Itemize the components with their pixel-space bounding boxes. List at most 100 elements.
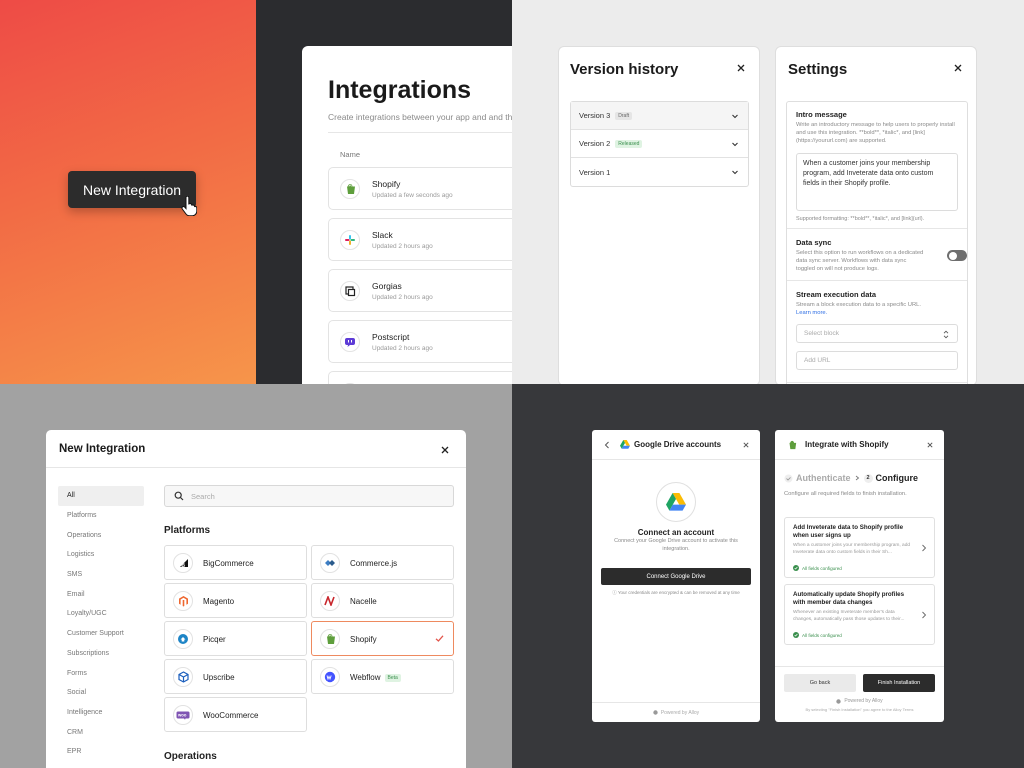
check-circle-icon: [793, 632, 799, 638]
platform-name: Webflow: [350, 673, 381, 682]
integration-updated: Updated a few seconds ago: [372, 192, 453, 199]
learn-more-link[interactable]: Learn more.: [796, 309, 827, 317]
integration-row[interactable]: Gorgias Updated 2 hours ago: [328, 269, 528, 312]
category-item[interactable]: Social: [58, 683, 144, 703]
platform-card[interactable]: woo WooCommerce: [164, 697, 307, 732]
finish-installation-button[interactable]: Finish Installation: [863, 674, 935, 692]
dark-background: [512, 384, 1024, 768]
platform-name: Nacelle: [350, 597, 377, 606]
panel-subtitle: Configure all required fields to finish …: [784, 491, 907, 497]
version-history-panel: Version history Version 3 Draft Version …: [558, 46, 760, 386]
google-drive-accounts-panel: Google Drive accounts Connect an account…: [592, 430, 760, 722]
platform-card[interactable]: Webflow Beta: [311, 659, 454, 694]
close-icon[interactable]: [927, 442, 933, 448]
category-item[interactable]: EPR: [58, 742, 144, 762]
category-item[interactable]: Email: [58, 584, 144, 604]
divider: [328, 132, 528, 133]
chevron-left-icon[interactable]: [604, 441, 610, 449]
category-item[interactable]: Subscriptions: [58, 644, 144, 664]
section-title-operations: Operations: [164, 751, 217, 762]
new-integration-button[interactable]: New Integration: [68, 171, 196, 208]
page-subtitle: Create integrations between your app and…: [328, 112, 518, 122]
step-label: Authenticate: [796, 473, 851, 483]
url-input[interactable]: Add URL: [796, 351, 958, 370]
platform-card-selected[interactable]: Shopify: [311, 621, 454, 656]
magento-icon: [173, 591, 193, 611]
divider: [787, 382, 967, 383]
category-item-all[interactable]: All: [58, 486, 144, 506]
settings-panel: Settings Intro message Write an introduc…: [775, 46, 977, 401]
platform-name: Picqer: [203, 635, 226, 644]
category-sidebar: All Platforms Operations Logistics SMS E…: [58, 486, 144, 762]
category-item[interactable]: Logistics: [58, 545, 144, 565]
integration-row[interactable]: Shopify Updated a few seconds ago: [328, 167, 528, 210]
slack-icon: [340, 230, 360, 250]
close-icon[interactable]: [954, 64, 962, 72]
intro-message-title: Intro message: [796, 110, 847, 119]
select-placeholder: Select block: [804, 330, 840, 337]
version-label: Version 1: [579, 167, 611, 177]
integration-updated: Updated 2 hours ago: [372, 345, 433, 352]
platform-card[interactable]: Magento: [164, 583, 307, 618]
version-item[interactable]: Version 2 Released: [571, 130, 748, 158]
category-item[interactable]: Platforms: [58, 506, 144, 526]
step-configure: 2 Configure: [863, 473, 918, 483]
data-sync-title: Data sync: [796, 238, 832, 247]
gorgias-icon: [340, 281, 360, 301]
hand-cursor-icon: [181, 196, 197, 216]
platform-card[interactable]: Picqer: [164, 621, 307, 656]
platform-name: WooCommerce: [203, 711, 259, 720]
version-item[interactable]: Version 1: [571, 158, 748, 186]
integration-updated: Updated 2 hours ago: [372, 294, 433, 301]
stream-title: Stream execution data: [796, 290, 877, 299]
close-icon[interactable]: [737, 64, 745, 72]
workflow-card[interactable]: Add Inveterate data to Shopify profile w…: [784, 517, 935, 578]
category-item[interactable]: SMS: [58, 565, 144, 585]
close-icon[interactable]: [743, 442, 749, 448]
beta-badge: Beta: [384, 673, 401, 682]
modal-title: New Integration: [59, 443, 146, 455]
intro-message-textarea[interactable]: When a customer joins your membership pr…: [796, 153, 958, 211]
platform-card[interactable]: Upscribe: [164, 659, 307, 694]
platform-name: Commerce.js: [350, 559, 398, 568]
version-item[interactable]: Version 3 Draft: [571, 102, 748, 130]
data-sync-toggle[interactable]: [947, 250, 967, 261]
divider: [46, 467, 466, 468]
google-drive-icon: [656, 482, 696, 522]
webflow-icon: [320, 667, 340, 687]
search-input[interactable]: Search: [164, 485, 454, 507]
select-block-dropdown[interactable]: Select block: [796, 324, 958, 343]
version-label: Version 2: [579, 139, 611, 148]
terms-text: By selecting "Finish Installation" you a…: [805, 707, 914, 712]
category-item[interactable]: Loyalty/UGC: [58, 604, 144, 624]
shopify-install-panel: Integrate with Shopify Authenticate 2 Co…: [775, 430, 944, 722]
integration-row[interactable]: Postscript Updated 2 hours ago: [328, 320, 528, 363]
connect-google-drive-button[interactable]: Connect Google Drive: [601, 568, 751, 585]
divider: [775, 666, 944, 667]
powered-by: Powered by Alloy: [775, 698, 944, 704]
category-item[interactable]: Operations: [58, 525, 144, 545]
platform-name: Upscribe: [203, 673, 235, 682]
category-item[interactable]: Customer Support: [58, 624, 144, 644]
integration-row[interactable]: Slack Updated 2 hours ago: [328, 218, 528, 261]
workflow-card[interactable]: Automatically update Shopify profiles wi…: [784, 584, 935, 645]
platform-name: Magento: [203, 597, 235, 606]
category-item[interactable]: Forms: [58, 663, 144, 683]
platform-card[interactable]: Nacelle: [311, 583, 454, 618]
panel-title: Integrate with Shopify: [805, 440, 889, 449]
platform-card[interactable]: B BigCommerce: [164, 545, 307, 580]
column-header-name: Name: [340, 150, 361, 159]
category-item[interactable]: CRM: [58, 722, 144, 742]
go-back-button[interactable]: Go back: [784, 674, 856, 692]
shopify-icon: [320, 629, 340, 649]
category-item[interactable]: Intelligence: [58, 703, 144, 723]
status-text: All fields configured: [802, 565, 842, 571]
platform-card[interactable]: Commerce.js: [311, 545, 454, 580]
workflow-title: Automatically update Shopify profiles wi…: [793, 591, 905, 606]
google-drive-icon: [620, 440, 630, 449]
settings-form: Intro message Write an introductory mess…: [786, 101, 968, 401]
close-icon[interactable]: [441, 446, 449, 454]
integration-name: Postscript: [372, 332, 410, 342]
formatting-hint: Supported formatting: **bold**, *italic*…: [796, 216, 925, 222]
chevron-right-icon: [922, 544, 927, 552]
